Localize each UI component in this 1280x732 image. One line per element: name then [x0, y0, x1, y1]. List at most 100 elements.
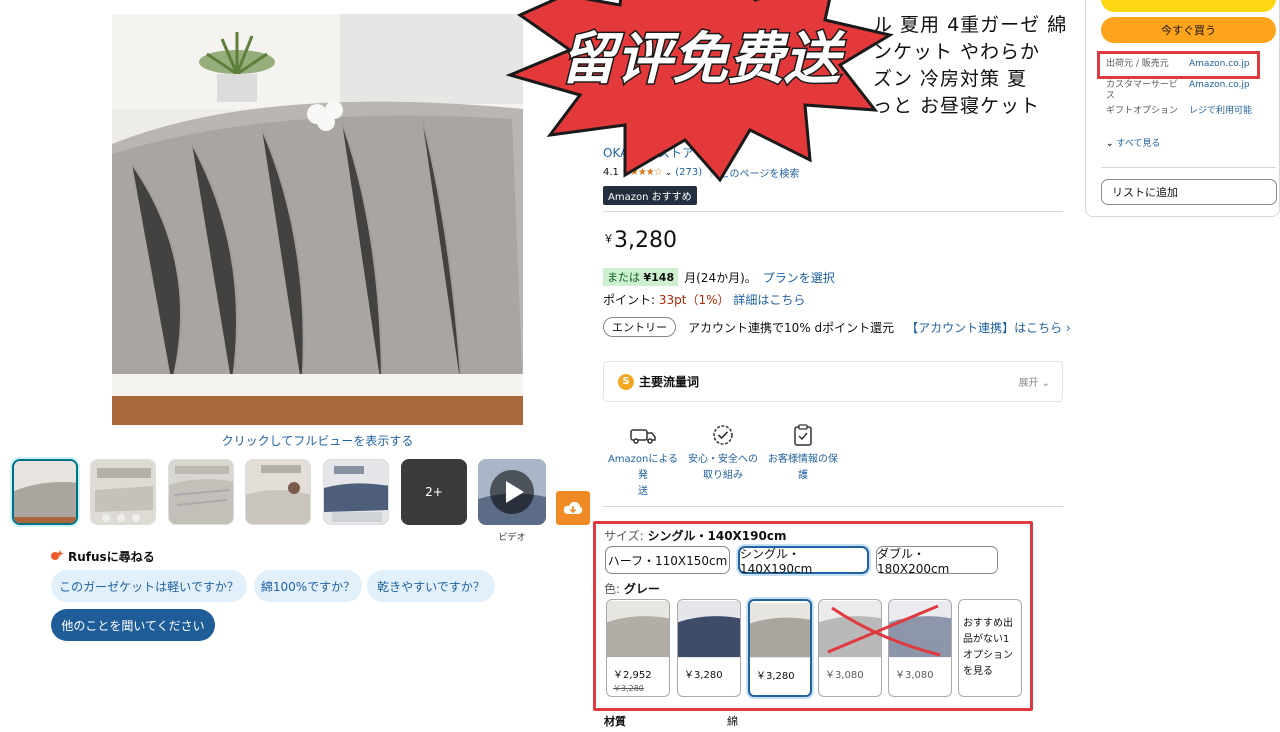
divider — [1101, 167, 1276, 168]
more-options-line-1: おすすめ出 — [963, 618, 1013, 629]
installment-plan-link[interactable]: プランを選択 — [763, 269, 835, 286]
color-selected: グレー — [623, 582, 660, 596]
installment-tag: または ¥148 — [603, 268, 679, 286]
more-options-tile[interactable]: おすすめ出 品がない1 オプション を見る — [958, 599, 1022, 697]
download-cloud-icon[interactable] — [556, 491, 590, 525]
points-detail-link[interactable]: 詳細はこちら — [733, 293, 805, 307]
color-label: 色: グレー — [604, 580, 660, 597]
swatch-price: ￥2,952 — [613, 670, 652, 681]
feature-label-2a: 安心・安全への — [688, 454, 758, 465]
installment-prefix: または — [607, 271, 640, 284]
divider — [603, 506, 1063, 507]
more-options-line-2: 品がない1 — [963, 634, 1010, 645]
entry-button[interactable]: エントリー — [603, 317, 676, 337]
swatch-price: ￥3,280 — [684, 670, 723, 681]
rufus-question-2[interactable]: 綿100%ですか？ — [254, 570, 362, 602]
see-all-link[interactable]: ⌄ すべて見る — [1106, 136, 1160, 149]
video-label: ビデオ — [498, 533, 526, 543]
swatch-image — [750, 602, 810, 658]
thumbnail-2[interactable] — [90, 459, 156, 525]
rufus-heading: Rufusに尋ねる — [50, 548, 155, 565]
badge-check-icon — [713, 425, 733, 445]
full-view-link[interactable]: クリックしてフルビューを表示する — [112, 432, 523, 449]
truck-icon — [630, 429, 656, 444]
swatch-image — [678, 600, 740, 658]
rufus-question-1[interactable]: このガーゼケットは軽いですか？ — [51, 570, 247, 602]
points-value: 33pt（1%） — [658, 293, 730, 307]
add-to-list-button[interactable]: リストに追加 — [1101, 179, 1277, 205]
product-title-line-3: ズン 冷房対策 夏 — [873, 68, 1028, 90]
amazon-choice-badge: Amazon おすすめ — [603, 186, 697, 205]
video-thumbnail[interactable] — [478, 459, 546, 525]
traffic-keywords-panel[interactable]: S 主要流量词 展开 ⌄ — [603, 361, 1063, 402]
feature-amazon-shipping[interactable]: Amazonによる発 送 — [603, 424, 683, 500]
info-label-gift: ギフトオプション — [1106, 106, 1179, 116]
see-all-text: すべて見る — [1116, 139, 1161, 149]
feature-label-3b: 護 — [798, 470, 808, 481]
installment-suffix: 月(24か月)。 — [684, 270, 757, 285]
material-label: 材質 — [604, 715, 626, 728]
main-product-image[interactable] — [112, 14, 523, 425]
product-title-line-4: っと お昼寝ケット — [873, 95, 1041, 117]
material-value: 綿 — [727, 715, 738, 728]
unavailable-cross-mark — [827, 604, 941, 657]
price-value: 3,280 — [614, 228, 677, 253]
currency-symbol: ￥ — [603, 232, 614, 245]
chevron-down-icon: ⌄ — [1106, 139, 1114, 149]
product-title-line-1: ル 夏用 4重ガーゼ 綿 — [873, 14, 1068, 36]
more-images-button[interactable]: 2+ — [401, 459, 467, 525]
feature-safety[interactable]: 安心・安全への 取り組み — [683, 424, 763, 484]
traffic-keywords-title: 主要流量词 — [639, 375, 700, 389]
color-swatch-1[interactable]: ￥2,952 ￥3,280 — [606, 599, 670, 697]
clipboard-check-icon — [794, 424, 812, 446]
rufus-ask-button[interactable]: 他のことを聞いてください — [51, 609, 215, 641]
swatch-price: ￥3,080 — [895, 670, 934, 681]
more-options-line-3: オプション — [963, 650, 1013, 661]
account-link[interactable]: 【アカウント連携】はこちら › — [906, 319, 1071, 336]
info-value-gift[interactable]: レジで利用可能 — [1189, 106, 1252, 117]
feature-label-1a: Amazonによる発 — [607, 454, 679, 481]
points-label: ポイント: — [603, 293, 659, 307]
thumbnail-4[interactable] — [245, 459, 311, 525]
thumbnail-1[interactable] — [12, 459, 78, 525]
feature-label-1b: 送 — [638, 486, 648, 497]
size-label: サイズ: シングル・140X190cm — [604, 527, 786, 544]
installment-amount: ¥148 — [643, 271, 675, 284]
swatch-price: ￥3,080 — [825, 670, 864, 681]
thumbnail-5[interactable] — [323, 459, 389, 525]
feature-label-2b: 取り組み — [703, 470, 743, 481]
feature-privacy[interactable]: お客様情報の保 護 — [763, 424, 843, 484]
price: ￥3,280 — [603, 228, 677, 253]
promo-burst: 留评免费送 — [505, 0, 894, 183]
points-row: ポイント: 33pt（1%） 詳細はこちら — [603, 291, 805, 308]
color-swatch-3[interactable]: ￥3,280 — [748, 599, 812, 697]
info-value-shipper[interactable]: Amazon.co.jp — [1189, 59, 1250, 70]
swatch-price: ￥3,280 — [756, 671, 795, 682]
size-label-text: サイズ: — [604, 529, 648, 543]
entry-row: エントリー アカウント連携で10% dポイント還元 【アカウント連携】はこちら … — [603, 317, 1071, 337]
feature-label-3a: お客様情報の保 — [768, 454, 838, 465]
divider — [603, 211, 1063, 212]
entry-text: アカウント連携で10% dポイント還元 — [688, 320, 895, 335]
swatch-old-price: ￥3,280 — [613, 684, 644, 693]
color-swatch-2[interactable]: ￥3,280 — [677, 599, 741, 697]
expand-toggle[interactable]: 展开 ⌄ — [1018, 374, 1050, 389]
size-option-single[interactable]: シングル・140X190cm — [738, 546, 869, 576]
add-to-cart-button[interactable] — [1101, 0, 1276, 12]
installment-row: または ¥148 月(24か月)。 プランを選択 — [603, 268, 835, 286]
rufus-icon — [50, 549, 64, 564]
rufus-question-3[interactable]: 乾きやすいですか？ — [367, 570, 495, 602]
size-option-double[interactable]: ダブル・180X200cm — [876, 546, 998, 576]
rufus-heading-text: Rufusに尋ねる — [68, 550, 155, 564]
buy-now-button[interactable]: 今すぐ買う — [1101, 17, 1276, 43]
swatch-image — [607, 600, 669, 658]
more-options-line-4: を見る — [963, 666, 993, 677]
size-selected: シングル・140X190cm — [647, 529, 787, 543]
info-label-shipper: 出荷元 / 販売元 — [1106, 59, 1169, 69]
promo-banner-text: 留评免费送 — [560, 27, 846, 92]
product-title-line-2: ンケット やわらか — [873, 41, 1041, 63]
info-label-customer-service: カスタマーサービス — [1106, 80, 1178, 101]
size-option-half[interactable]: ハーフ・110X150cm — [605, 546, 730, 574]
thumbnail-3[interactable] — [168, 459, 234, 525]
info-value-customer-service[interactable]: Amazon.co.jp — [1189, 80, 1250, 91]
